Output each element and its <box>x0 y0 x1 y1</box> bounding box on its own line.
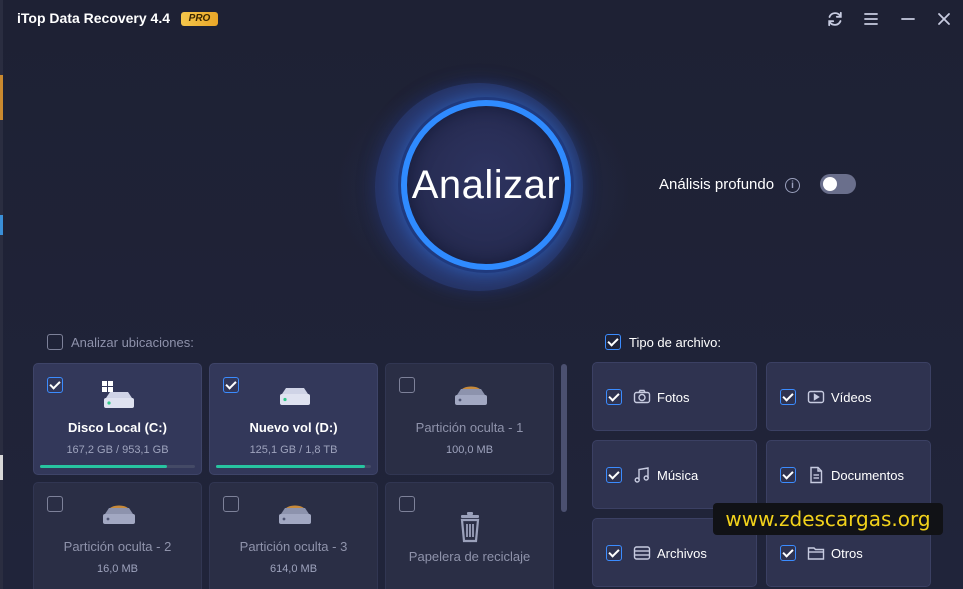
drive-name: Nuevo vol (D:) <box>249 420 338 435</box>
file-type-videos[interactable]: Vídeos <box>766 362 931 431</box>
drive-checkbox[interactable] <box>223 377 239 393</box>
drive-size: 125,1 GB / 1,8 TB <box>249 444 338 456</box>
file-type-documents[interactable]: Documentos <box>766 440 931 509</box>
camera-icon <box>633 389 651 404</box>
drive-usage-fill <box>216 465 365 468</box>
drive-size: 100,0 MB <box>445 444 494 456</box>
recycle-bin-icon <box>460 512 480 543</box>
file-type-checkbox[interactable] <box>605 334 621 350</box>
drive-size: 16,0 MB <box>97 563 138 575</box>
analyze-button-label: Analizar <box>411 162 561 207</box>
file-type-item-checkbox[interactable] <box>780 389 796 405</box>
drive-name: Partición oculta - 1 <box>415 420 524 435</box>
close-icon[interactable] <box>934 9 954 29</box>
locations-checkbox[interactable] <box>47 334 63 350</box>
hidden-partition-icon <box>455 386 487 405</box>
file-type-item-label: Fotos <box>657 390 690 405</box>
drive-checkbox[interactable] <box>399 496 415 512</box>
document-icon <box>810 466 823 484</box>
file-type-item-checkbox[interactable] <box>606 467 622 483</box>
refresh-icon[interactable] <box>825 9 845 29</box>
pro-badge: PRO <box>181 12 218 26</box>
windows-drive-icon <box>102 381 134 408</box>
deep-scan-toggle[interactable] <box>820 174 856 194</box>
file-type-item-checkbox[interactable] <box>606 389 622 405</box>
drive-checkbox[interactable] <box>47 496 63 512</box>
drive-usage-fill <box>40 465 168 468</box>
toggle-knob <box>823 177 837 191</box>
drive-checkbox[interactable] <box>47 377 63 393</box>
file-type-item-label: Archivos <box>657 546 707 561</box>
hamburger-menu-icon[interactable] <box>861 9 881 29</box>
drive-card-d[interactable]: Nuevo vol (D:) 125,1 GB / 1,8 TB <box>209 363 378 475</box>
file-type-item-checkbox[interactable] <box>780 467 796 483</box>
archive-icon <box>633 546 651 560</box>
drive-size: 167,2 GB / 953,1 GB <box>66 444 169 456</box>
file-type-photos[interactable]: Fotos <box>592 362 757 431</box>
file-type-item-label: Vídeos <box>831 390 872 405</box>
drive-card-hidden-2[interactable]: Partición oculta - 2 16,0 MB <box>33 482 202 589</box>
drive-checkbox[interactable] <box>399 377 415 393</box>
file-type-item-label: Música <box>657 468 699 483</box>
hidden-partition-icon <box>279 505 311 524</box>
folder-icon <box>807 547 825 560</box>
drive-name: Partición oculta - 3 <box>239 539 348 554</box>
drive-name: Papelera de reciclaje <box>408 549 531 564</box>
music-icon <box>634 467 649 483</box>
drive-card-hidden-3[interactable]: Partición oculta - 3 614,0 MB <box>209 482 378 589</box>
watermark: www.zdescargas.org <box>713 503 943 535</box>
app-title: iTop Data Recovery 4.4 <box>17 10 171 26</box>
drive-card-c[interactable]: Disco Local (C:) 167,2 GB / 953,1 GB <box>33 363 202 475</box>
locations-scrollbar[interactable] <box>561 364 567 512</box>
drive-size: 614,0 MB <box>269 563 318 575</box>
drive-card-hidden-1[interactable]: Partición oculta - 1 100,0 MB <box>385 363 554 475</box>
video-icon <box>807 390 825 404</box>
file-type-item-checkbox[interactable] <box>606 545 622 561</box>
analyze-button[interactable]: Analizar <box>401 100 571 270</box>
hidden-partition-icon <box>103 505 135 524</box>
drive-usage-bar <box>40 465 195 468</box>
file-type-label: Tipo de archivo: <box>629 335 722 350</box>
file-type-music[interactable]: Música <box>592 440 757 509</box>
drive-name: Disco Local (C:) <box>68 420 167 435</box>
minimize-icon[interactable] <box>898 9 918 29</box>
app-window: iTop Data Recovery 4.4 PRO Analizar Anál… <box>3 0 963 589</box>
drive-card-recycle-bin[interactable]: Papelera de reciclaje <box>385 482 554 589</box>
drive-name: Partición oculta - 2 <box>63 539 172 554</box>
deep-scan-label: Análisis profundo <box>659 176 775 193</box>
file-type-item-label: Documentos <box>831 468 904 483</box>
file-type-item-checkbox[interactable] <box>780 545 796 561</box>
drive-usage-bar <box>216 465 371 468</box>
title-bar: iTop Data Recovery 4.4 PRO <box>3 0 963 38</box>
drive-checkbox[interactable] <box>223 496 239 512</box>
hard-drive-icon <box>280 388 310 405</box>
info-icon[interactable]: i <box>785 178 800 193</box>
file-type-item-label: Otros <box>831 546 863 561</box>
locations-label: Analizar ubicaciones: <box>71 335 194 350</box>
